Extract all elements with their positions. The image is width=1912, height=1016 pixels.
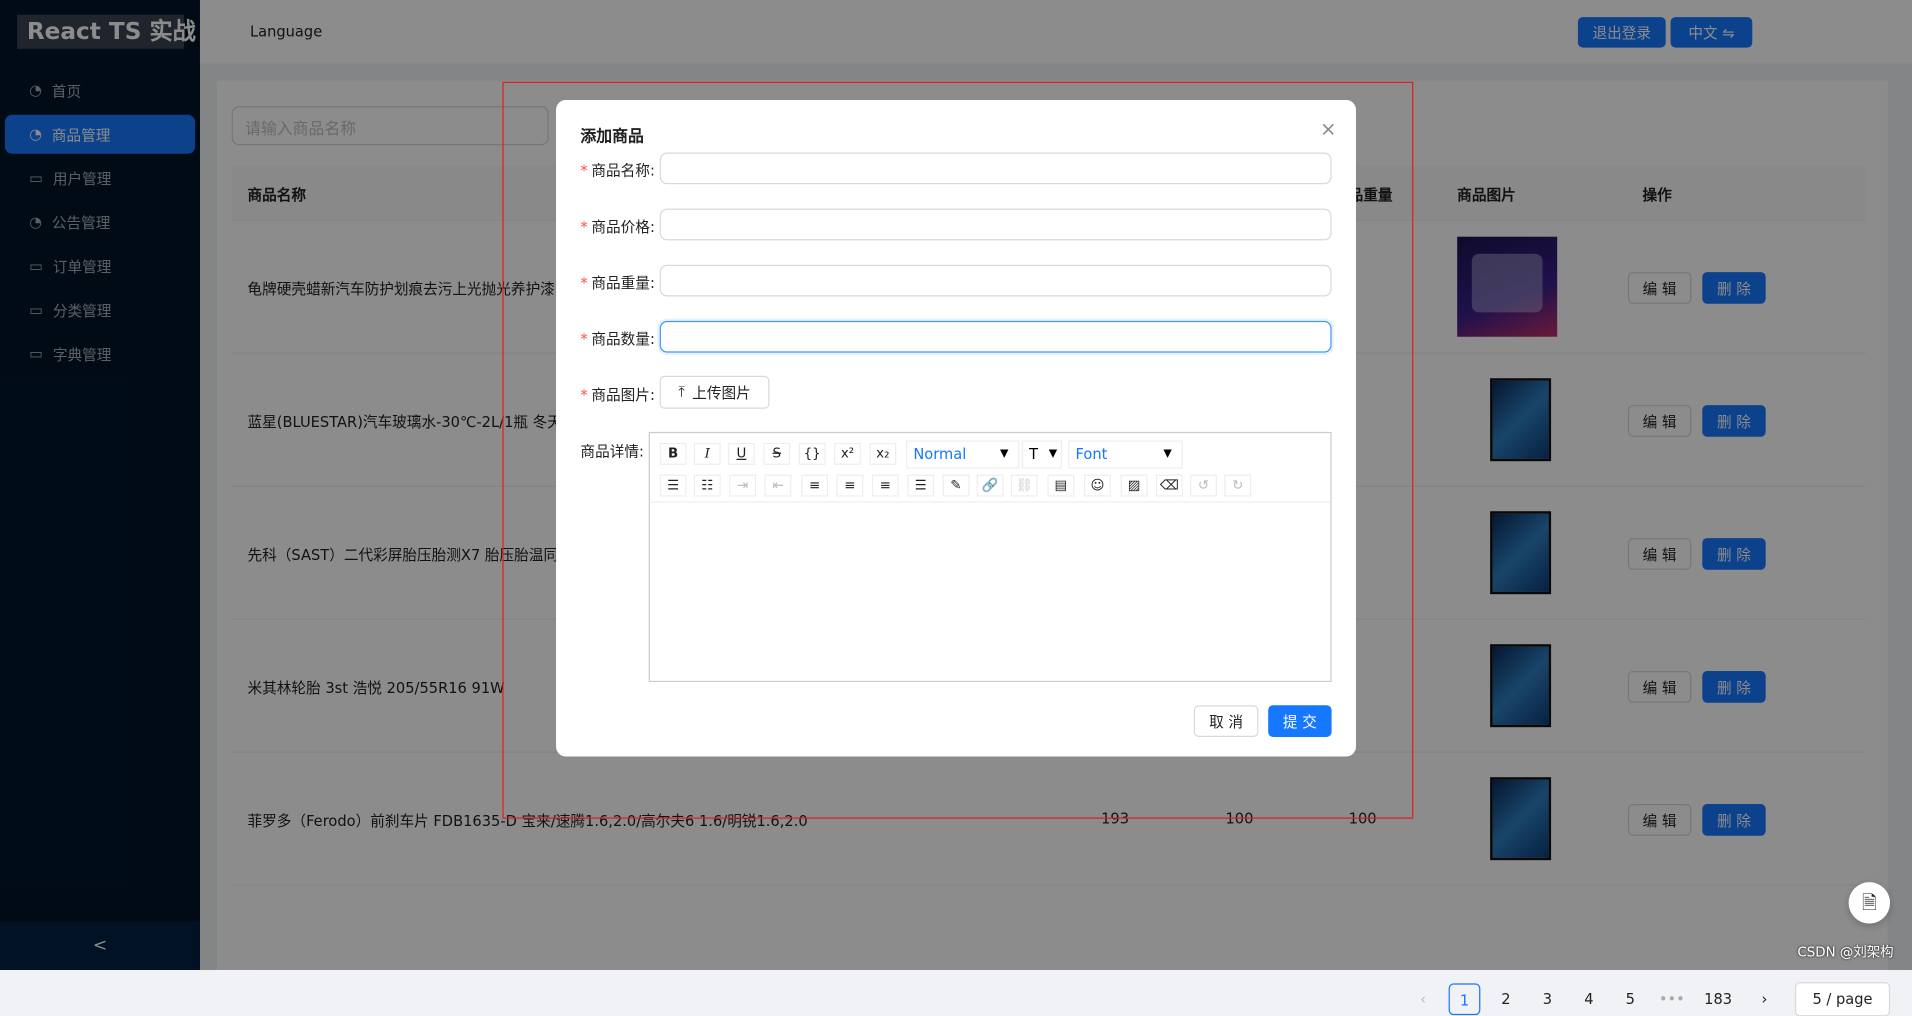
- next-page-button[interactable]: ›: [1749, 983, 1781, 1015]
- image-icon[interactable]: ▨: [1120, 474, 1148, 497]
- page-2[interactable]: 2: [1490, 983, 1522, 1015]
- page-ellipsis[interactable]: •••: [1656, 983, 1688, 1015]
- field-label: * 商品价格:: [580, 218, 655, 236]
- required-mark: *: [580, 274, 588, 292]
- product-weight-input[interactable]: [659, 264, 1332, 297]
- font-size-select[interactable]: T ▼: [1021, 440, 1063, 469]
- pagination: ‹ 1 2 3 4 5 ••• 183 › 5 / page: [1402, 982, 1891, 1016]
- outdent-icon[interactable]: ⇤: [764, 474, 792, 497]
- code-block-icon[interactable]: ▤: [1047, 474, 1075, 497]
- modal-title: 添加商品: [580, 128, 644, 147]
- required-mark: *: [580, 386, 588, 404]
- ordered-list-icon[interactable]: ☷: [693, 474, 721, 497]
- underline-icon[interactable]: U: [727, 442, 755, 465]
- superscript-icon[interactable]: x²: [834, 442, 861, 465]
- product-name-input[interactable]: [659, 152, 1332, 185]
- undo-icon[interactable]: ↺: [1190, 474, 1217, 497]
- editor-content[interactable]: [650, 504, 1330, 681]
- required-mark: *: [580, 162, 588, 180]
- page-size-select[interactable]: 5 / page: [1794, 982, 1891, 1016]
- prev-page-button[interactable]: ‹: [1407, 983, 1439, 1015]
- font-size-icon: T: [1029, 445, 1039, 463]
- product-quantity-input[interactable]: [659, 320, 1332, 353]
- bullet-list-icon[interactable]: ☰: [659, 474, 687, 497]
- subscript-icon[interactable]: x₂: [869, 442, 897, 465]
- upload-icon: ⤒: [678, 383, 685, 401]
- font-family-select[interactable]: Font ▼: [1068, 440, 1183, 469]
- emoji-icon[interactable]: ☺: [1084, 474, 1111, 497]
- unlink-icon[interactable]: ⛓: [1010, 474, 1038, 497]
- required-mark: *: [580, 218, 588, 236]
- align-right-icon[interactable]: ≡: [871, 474, 899, 497]
- color-picker-icon[interactable]: ✎: [942, 474, 970, 497]
- page-3[interactable]: 3: [1532, 983, 1564, 1015]
- page-4[interactable]: 4: [1573, 983, 1605, 1015]
- modal-footer: 取 消 提 交: [1193, 705, 1332, 737]
- editor-toolbar: B I U S {} x² x₂ Normal ▼ T ▼ Font ▼ ☰ ☷ ⇥ …: [649, 433, 1331, 503]
- align-left-icon[interactable]: ≡: [801, 474, 828, 497]
- link-icon[interactable]: 🔗: [976, 474, 1004, 497]
- watermark: CSDN @刘架构: [1797, 944, 1894, 961]
- code-icon[interactable]: {}: [798, 442, 826, 465]
- align-center-icon[interactable]: ≡: [836, 474, 864, 497]
- field-label: * 商品数量:: [580, 330, 655, 348]
- page-183[interactable]: 183: [1697, 983, 1738, 1015]
- bold-icon[interactable]: B: [659, 442, 687, 465]
- add-product-modal: 添加商品 × * 商品名称: * 商品价格: * 商品重量: * 商品数量: * 商品图片…: [556, 100, 1356, 757]
- field-label: 商品详情:: [580, 442, 644, 460]
- indent-icon[interactable]: ⇥: [729, 474, 757, 497]
- document-float-button[interactable]: 🗎: [1848, 882, 1891, 924]
- page-1[interactable]: 1: [1448, 983, 1481, 1016]
- italic-icon[interactable]: I: [693, 442, 721, 465]
- document-icon: 🗎: [1861, 891, 1877, 914]
- required-mark: *: [580, 330, 588, 348]
- rich-text-editor: B I U S {} x² x₂ Normal ▼ T ▼ Font ▼ ☰ ☷ ⇥ …: [648, 431, 1332, 683]
- field-label: * 商品图片:: [580, 386, 655, 404]
- caret-down-icon: ▼: [1048, 447, 1058, 460]
- close-icon[interactable]: ×: [1320, 117, 1336, 140]
- cancel-button[interactable]: 取 消: [1193, 705, 1259, 737]
- field-label: * 商品重量:: [580, 274, 655, 292]
- upload-image-button[interactable]: ⤒ 上传图片: [659, 375, 770, 409]
- caret-down-icon: ▼: [1163, 447, 1172, 460]
- redo-icon[interactable]: ↻: [1224, 474, 1252, 497]
- field-label: * 商品名称:: [580, 162, 655, 180]
- submit-button[interactable]: 提 交: [1268, 705, 1332, 737]
- align-justify-icon[interactable]: ☰: [907, 474, 935, 497]
- product-price-input[interactable]: [659, 208, 1332, 241]
- strikethrough-icon[interactable]: S: [763, 442, 791, 465]
- header-select[interactable]: Normal ▼: [906, 440, 1020, 469]
- eraser-icon[interactable]: ⌫: [1155, 474, 1183, 497]
- page-5[interactable]: 5: [1614, 983, 1646, 1015]
- caret-down-icon: ▼: [1000, 447, 1009, 460]
